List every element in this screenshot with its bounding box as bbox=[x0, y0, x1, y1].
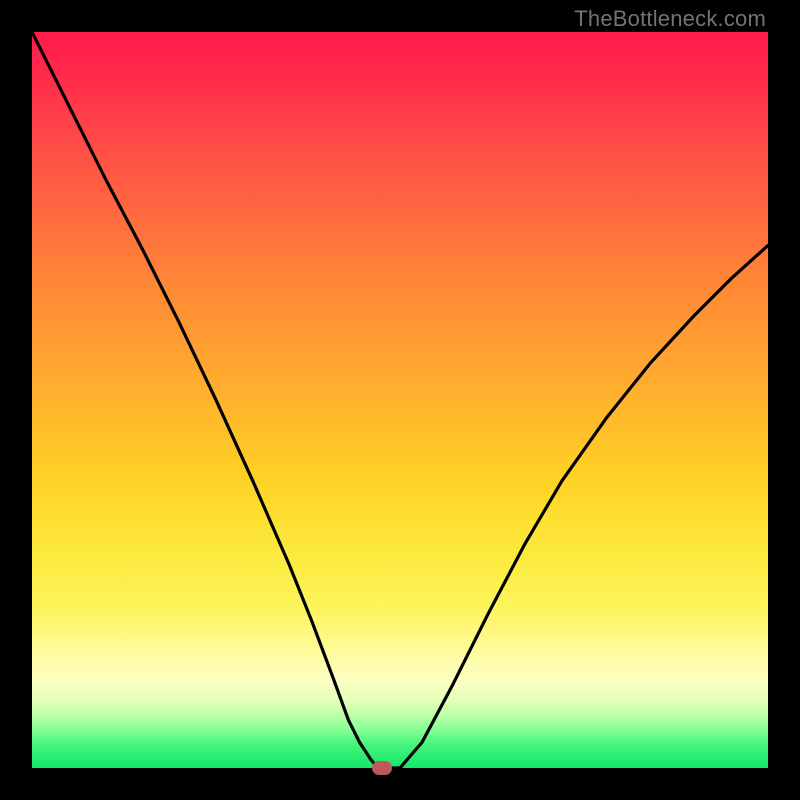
curve-svg bbox=[32, 32, 768, 768]
chart-frame: TheBottleneck.com bbox=[0, 0, 800, 800]
bottleneck-curve bbox=[32, 32, 768, 768]
plot-area bbox=[32, 32, 768, 768]
optimal-point-marker bbox=[372, 761, 392, 775]
watermark-text: TheBottleneck.com bbox=[574, 6, 766, 32]
